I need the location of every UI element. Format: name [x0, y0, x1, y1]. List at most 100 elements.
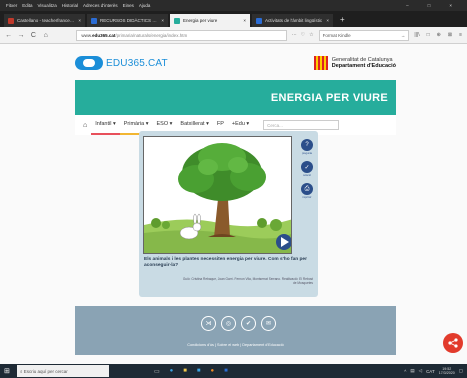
check-icon[interactable]: ✓	[301, 161, 313, 173]
menu-view[interactable]: Visualitza	[38, 3, 57, 8]
notifications-icon[interactable]: ▢	[459, 368, 463, 374]
pocket-icon[interactable]: ♡	[301, 32, 305, 38]
taskbar-apps: ▭ ● ■ ■ ● ■	[154, 368, 228, 375]
back-button[interactable]: ←	[5, 32, 12, 39]
gencat-line2: Departament d'Educació	[331, 63, 396, 69]
home-button[interactable]: ⌂	[42, 32, 49, 39]
url-path: /primaria/naturals/energia/index.htm	[115, 32, 188, 38]
file-explorer-icon[interactable]: ■	[183, 368, 187, 375]
task-view-icon[interactable]: ▭	[154, 368, 160, 375]
print-icon[interactable]: ⎙	[301, 183, 313, 195]
tray-chevron-icon[interactable]: ^	[404, 369, 406, 374]
sidebar-icon[interactable]: □	[427, 32, 430, 38]
nav-label: Batxillerat ▾	[180, 120, 209, 127]
word-icon[interactable]: ■	[224, 368, 228, 375]
question-icon[interactable]: ?	[301, 139, 313, 151]
tab-activitats[interactable]: Activitats de l'àmbit lingüístic ×	[252, 14, 333, 27]
share-button[interactable]	[443, 333, 463, 353]
side-label: pregunta	[302, 152, 312, 155]
page-actions-icon[interactable]: ···	[292, 32, 297, 38]
extension-icon[interactable]: ⊕	[437, 32, 441, 38]
activity-illustration[interactable]	[143, 136, 292, 254]
menu-icon[interactable]: ≡	[459, 32, 462, 38]
favicon-icon	[256, 17, 262, 24]
tab-recursos[interactable]: RECURSOS DIDÀCTICS muy: 1 ×	[87, 14, 168, 27]
clock[interactable]: 19:52 17/3/2020	[439, 367, 455, 375]
tab-title: Energia per viure	[183, 18, 218, 23]
window-controls: – □ ×	[406, 3, 457, 8]
search-text: Format Kindle	[322, 32, 351, 38]
nav-infantil[interactable]: Infantil ▾	[91, 121, 120, 135]
taskbar: ⊞ ⌕ Escriu aquí per cercar ▭ ● ■ ■ ● ■ ^…	[0, 364, 467, 378]
edu365-logo[interactable]: EDU365.CAT	[75, 56, 168, 70]
tree-scene-image	[144, 137, 291, 253]
nav-primaria[interactable]: Primària ▾	[119, 121, 153, 135]
system-tray: ^ ▤ ◁ CAT 19:52 17/3/2020 ▢	[404, 367, 463, 375]
screenshot-icon[interactable]: ⊠	[448, 32, 452, 38]
activity-question: Els animals i les plantes necessiten ene…	[144, 257, 307, 268]
menu-file[interactable]: Fitxer	[6, 3, 17, 8]
firefox-icon[interactable]: ●	[211, 368, 215, 375]
home-icon[interactable]: ⌂	[83, 122, 87, 129]
edge-icon[interactable]: ●	[170, 368, 174, 375]
tab-title: Castellano - teacherfrancesc@	[17, 18, 76, 23]
email-icon[interactable]: ✉	[261, 316, 276, 331]
side-label: solució	[303, 174, 311, 177]
activity-credits: Guió: Cristina Rebaque, Joan Garrí. Fern…	[182, 277, 313, 285]
navigation-bar: ← → C ⌂ www. edu365.cat /primaria/natura…	[0, 27, 467, 44]
library-icon[interactable]: |||\	[414, 32, 419, 38]
windows-start-icon[interactable]: ⊞	[4, 367, 13, 375]
tab-castellano[interactable]: Castellano - teacherfrancesc@ ×	[4, 14, 85, 27]
nav-fp[interactable]: FP	[212, 121, 228, 135]
search-go-icon[interactable]: →	[401, 33, 406, 38]
menu-bookmarks[interactable]: Adreces d'interès	[83, 3, 118, 8]
footer-links[interactable]: Condicions d'ús | Sobre el web | Departa…	[75, 343, 396, 347]
nav-eso[interactable]: ESO ▾	[152, 121, 177, 135]
tab-close-icon[interactable]: ×	[161, 18, 164, 23]
tab-close-icon[interactable]: ×	[243, 18, 246, 23]
toolbar-icons: |||\ □ ⊕ ⊠ ≡	[414, 32, 462, 38]
site-search-input[interactable]: Cerca...	[263, 120, 340, 130]
menu-edit[interactable]: Edita	[22, 3, 32, 8]
search-input[interactable]: Format Kindle →	[318, 29, 410, 41]
logo-text: EDU365.CAT	[106, 57, 168, 69]
activity-panel: ? pregunta ✓ solució ⎙ imprimir Els anim…	[139, 131, 318, 297]
gencat-logo[interactable]: Generalitat de Catalunya Departament d'E…	[313, 56, 396, 70]
menu-tools[interactable]: Eines	[123, 3, 134, 8]
tab-energia[interactable]: Energia per viure ×	[170, 14, 250, 27]
close-window-button[interactable]: ×	[449, 3, 452, 8]
url-domain: edu365.cat	[92, 32, 116, 38]
favicon-icon	[8, 17, 14, 24]
address-bar[interactable]: www. edu365.cat /primaria/naturals/energ…	[76, 29, 287, 41]
volume-icon[interactable]: ◁	[419, 368, 422, 374]
new-tab-button[interactable]: +	[335, 15, 350, 24]
tab-close-icon[interactable]: ×	[78, 18, 81, 23]
bookmark-star-icon[interactable]: ☆	[309, 32, 313, 38]
social-links: ⋊ ◎ ✔ ✉	[201, 316, 276, 331]
forward-button[interactable]: →	[17, 32, 25, 39]
menu-history[interactable]: Historial	[62, 3, 78, 8]
instagram-icon[interactable]: ◎	[221, 316, 236, 331]
nav-underline	[91, 132, 120, 135]
nav-label: +Edu ▾	[231, 120, 250, 127]
minimize-button[interactable]: –	[406, 3, 409, 8]
language-indicator[interactable]: CAT	[426, 369, 435, 374]
share-icon	[448, 338, 458, 348]
web-page: EDU365.CAT Generalitat de Catalunya Depa…	[0, 44, 467, 364]
taskbar-search-input[interactable]: ⌕ Escriu aquí per cercar	[17, 365, 109, 377]
nav-edu[interactable]: +Edu ▾	[227, 120, 254, 135]
menu-help[interactable]: Ajuda	[139, 3, 151, 8]
edu365-logo-icon	[75, 56, 103, 70]
reload-button[interactable]: C	[30, 32, 37, 39]
nav-batxillerat[interactable]: Batxillerat ▾	[176, 120, 213, 135]
taskbar-search-text: Escriu aquí per cercar	[23, 368, 68, 374]
menu-bar: Fitxer Edita Visualitza Historial Adrece…	[0, 0, 467, 11]
store-icon[interactable]: ■	[197, 368, 201, 375]
network-icon[interactable]: ▤	[410, 368, 414, 374]
side-label: imprimir	[302, 196, 312, 199]
favicon-icon	[91, 17, 97, 24]
maximize-button[interactable]: □	[428, 3, 431, 8]
twitter-icon[interactable]: ✔	[241, 316, 256, 331]
tab-close-icon[interactable]: ×	[326, 18, 329, 23]
delicious-icon[interactable]: ⋊	[201, 316, 216, 331]
